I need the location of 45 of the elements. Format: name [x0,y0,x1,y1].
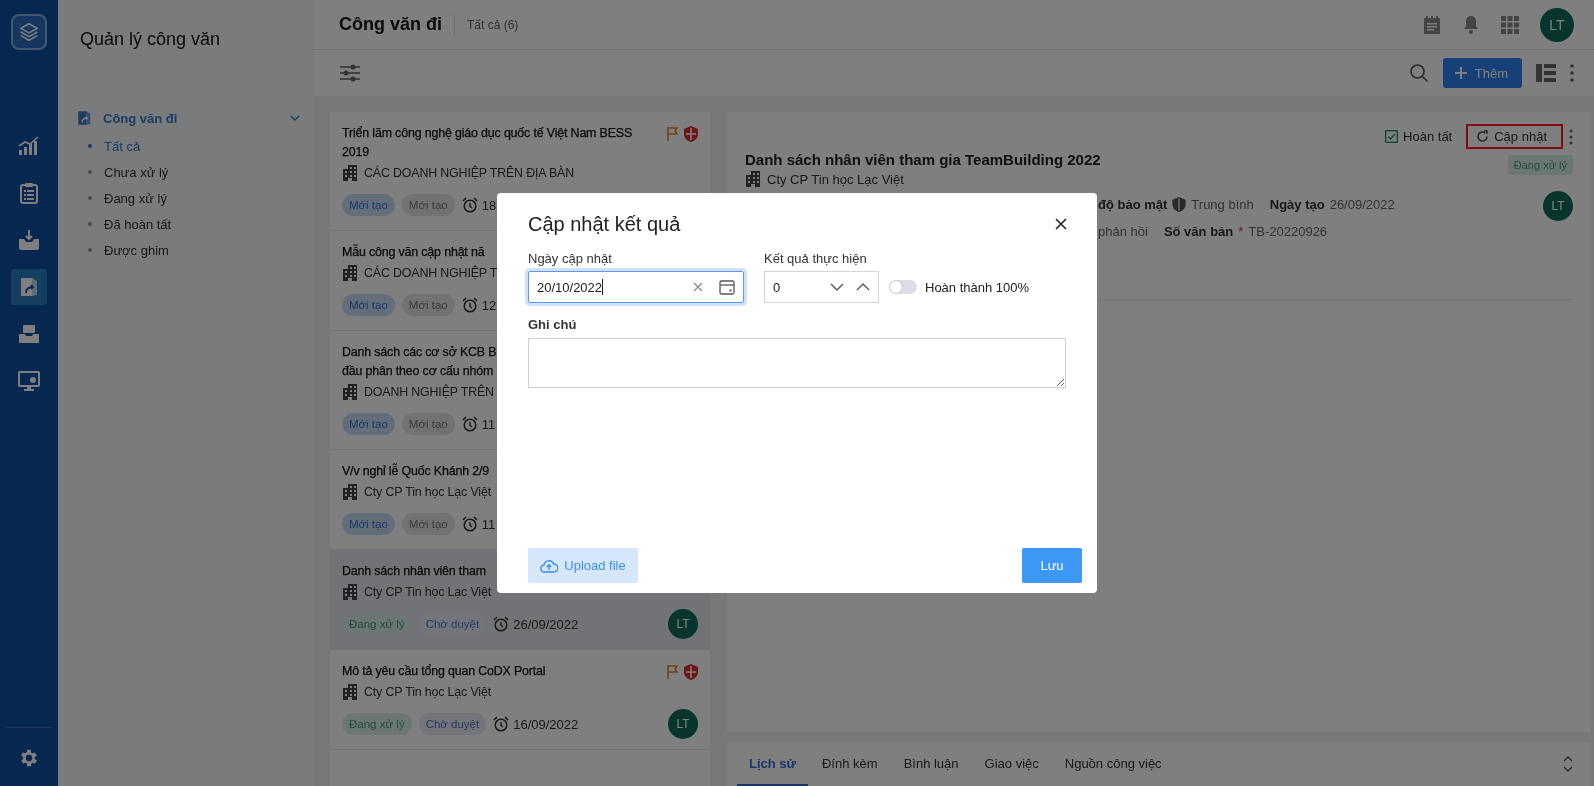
organization-name: DOANH NGHIỆP TRÊN [364,385,494,399]
document-date: 12 [481,297,497,313]
field-value: Trung bình [1191,197,1254,212]
status-tag: Mới tạo [342,194,395,216]
document-title: Danh sách nhân viên tham [342,563,486,580]
field-label: Ghi chú [528,317,578,332]
field-value: TB-20220926 [1248,224,1328,239]
page-title: Công văn đi [339,14,442,35]
document-date: 11 [481,416,496,432]
field-label: độ bảo mật [1098,197,1168,212]
document-date: 16/09/2022 [513,716,579,732]
field-label: Số văn bản [1163,224,1234,239]
organization-name: Cty CP Tin học Lạc Việt [767,171,904,187]
organization-name: Cty CP Tin học Lạc Việt [364,685,491,699]
document-title: Danh sách các cơ sở KCB B đầu phân theo cơ cấu nhóm [342,344,497,380]
required-mark: * [1238,224,1244,239]
document-title: Danh sách nhân viên tham gia TeamBuilding 2022 [745,151,1102,168]
organization-name: Cty CP Tin học Lạc Việt [364,585,491,599]
field-label: Ngày cập nhật [528,251,613,266]
app-title: Quản lý công văn [80,29,222,50]
status-tag: Mới tạo [342,413,395,435]
document-date: 26/09/2022 [513,616,579,632]
status-tag: Chờ duyệt [418,713,487,735]
status-tag: Đang xử lý [342,613,412,635]
field-label: Ngày tạo [1269,197,1325,212]
user-avatar: LT [668,709,698,739]
field-value: 26/09/2022 [1329,197,1395,212]
document-date: 18 [481,197,497,213]
user-avatar: LT [668,609,698,639]
document-title: V/v nghỉ lễ Quốc Khánh 2/9 [342,462,489,480]
document-date: 11 [481,516,496,532]
organization-name: Cty CP Tin học Lạc Việt [364,485,491,499]
document-title: Mẫu công văn cập nhật nă [342,243,485,261]
user-avatar: LT [1543,191,1573,221]
status-tag: Đang xử lý [1507,155,1573,175]
organization-name: CÁC DOANH NGHIỆP TRÊN ĐỊA BÀN [364,166,574,180]
toggle-label: Hoàn thành 100% [925,279,1030,295]
status-tag: Đang xử lý [342,713,412,735]
status-tag: Mới tạo [342,294,395,316]
status-tag: Mới tạo [342,513,395,535]
document-title: Triển lãm công nghệ giáo dục quốc tế Việt Nam BESS 2019 [342,125,634,161]
field-value: phản hồi [1098,224,1148,239]
organization-name: CÁC DOANH NGHIỆP T [364,266,498,280]
document-title: Mô tả yêu cầu tổng quan CoDX Portal [342,663,546,680]
field-label: Kết quả thực hiện [764,251,868,266]
